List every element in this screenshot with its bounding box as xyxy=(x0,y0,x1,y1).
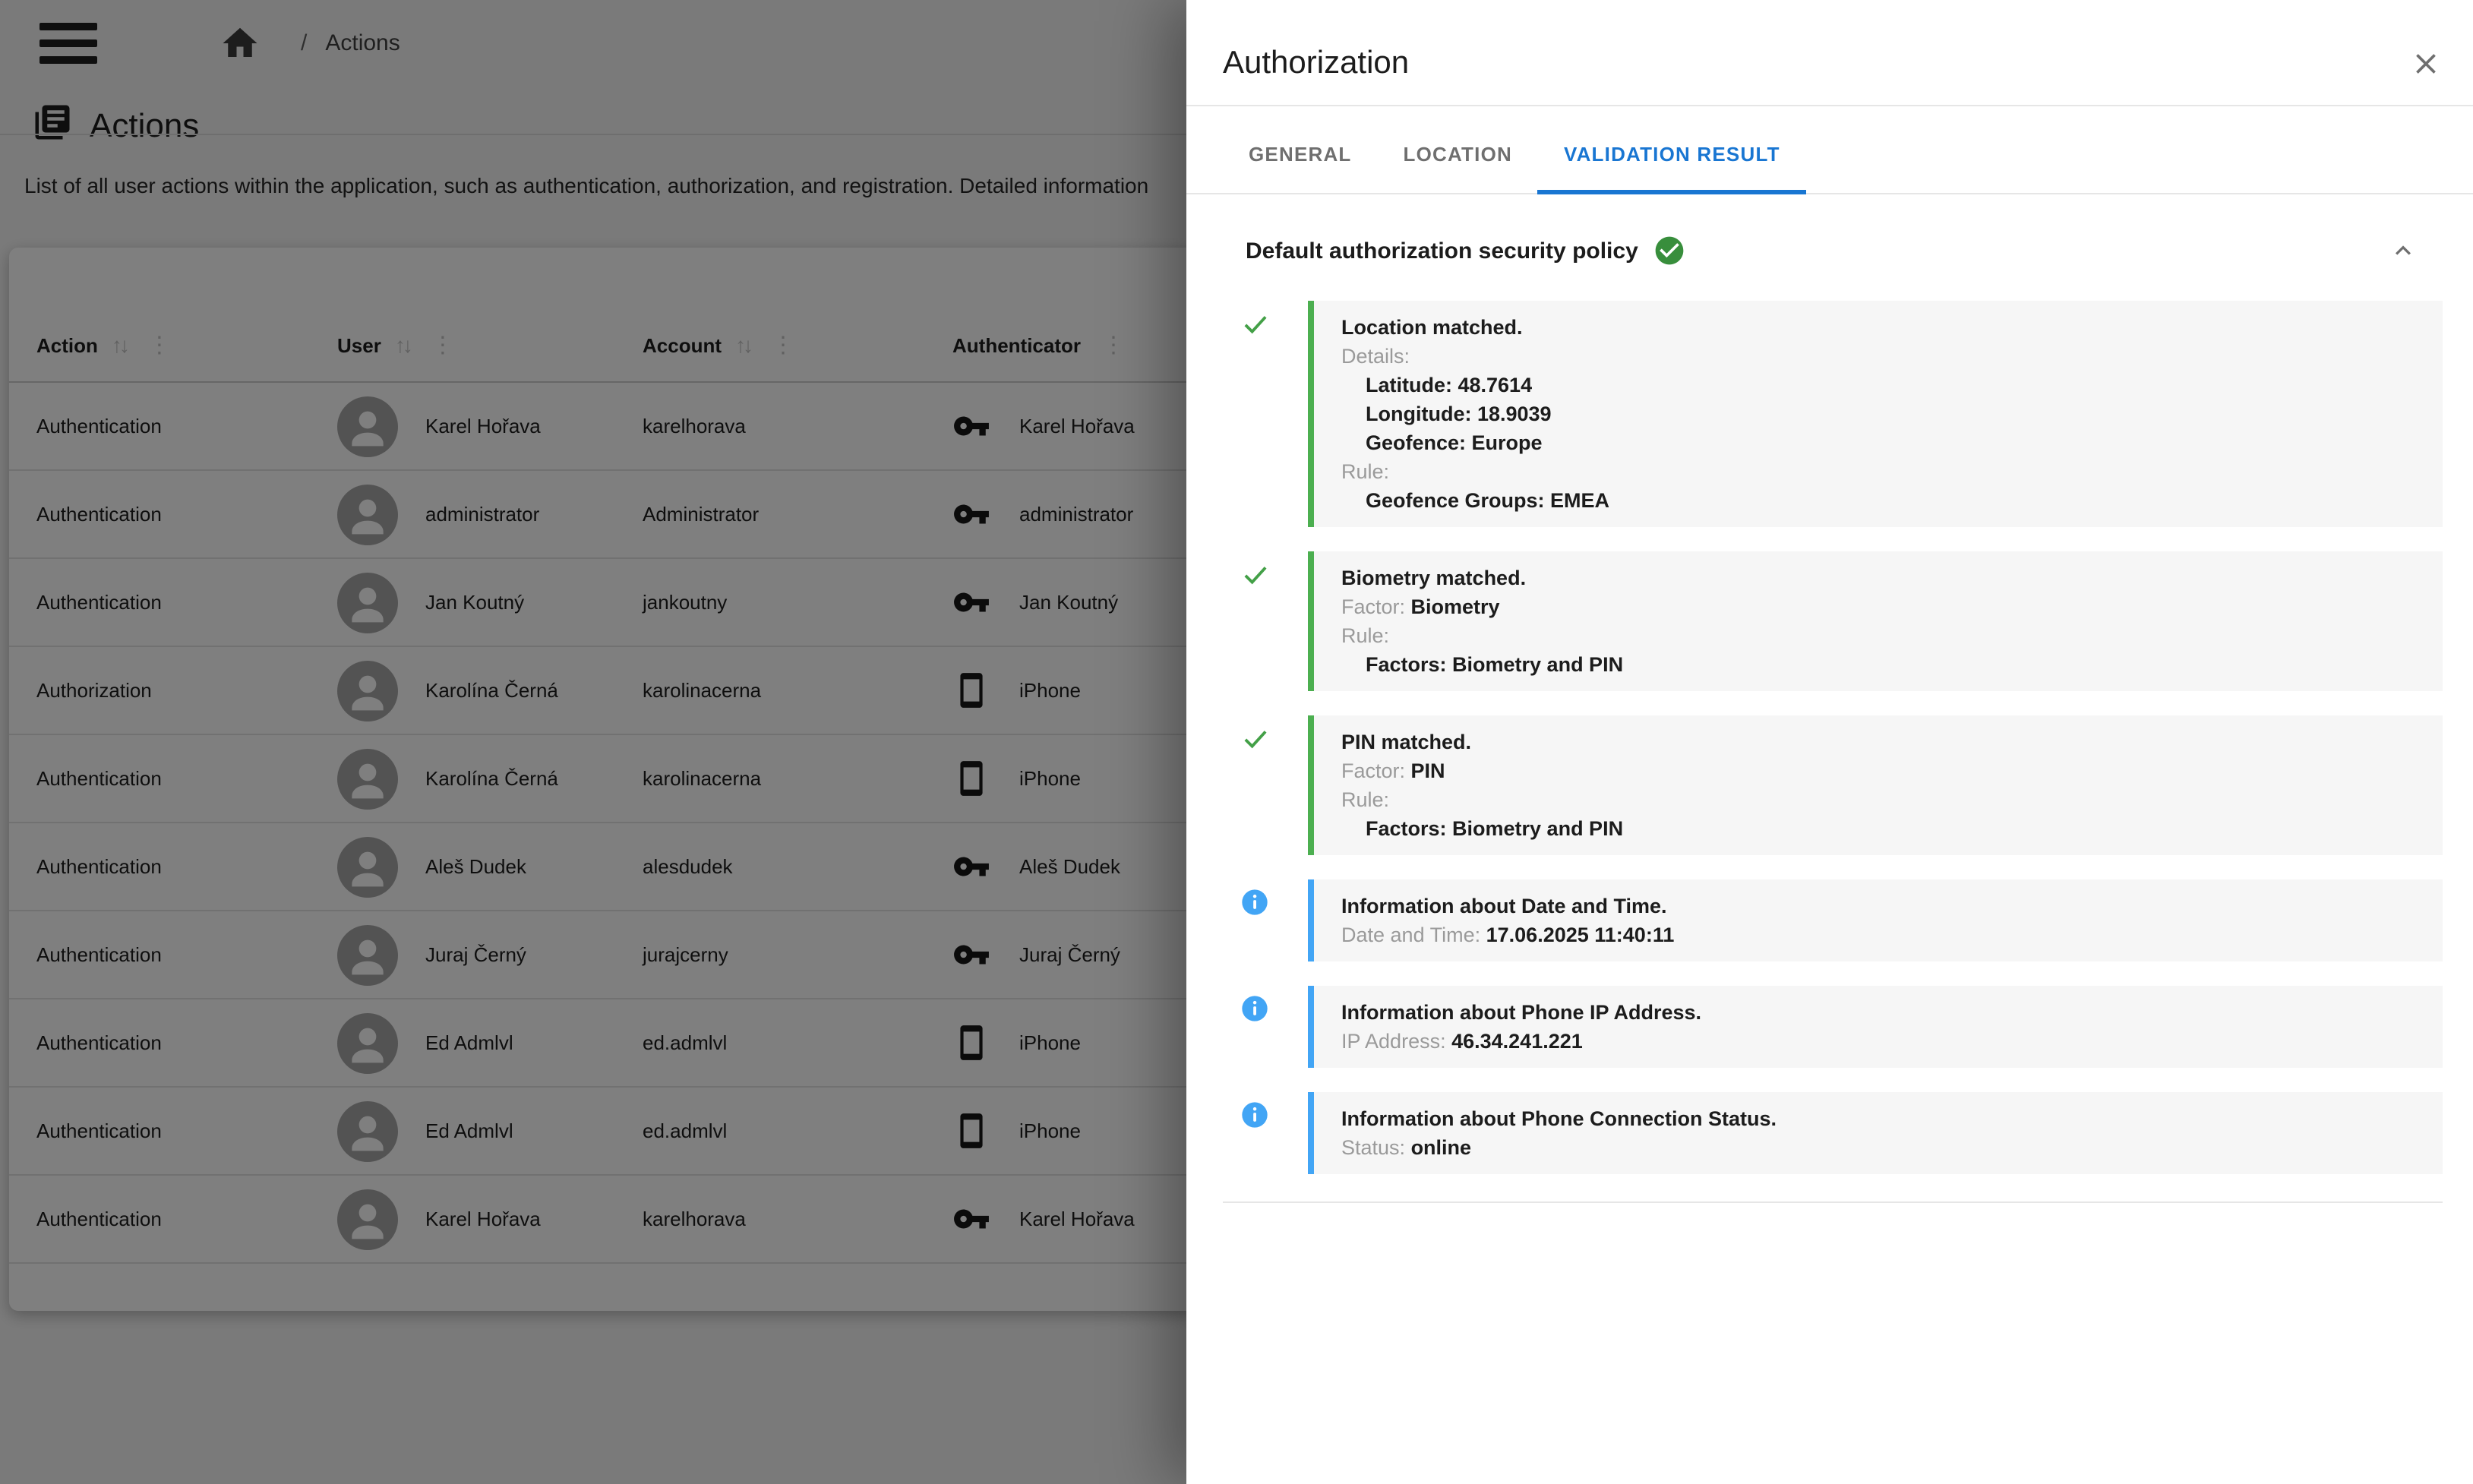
result-line: PIN matched. xyxy=(1341,728,2415,756)
policy-title: Default authorization security policy xyxy=(1246,238,1638,264)
result-line: Rule: xyxy=(1341,457,2415,486)
result-line: Information about Phone IP Address. xyxy=(1341,998,2415,1027)
validation-result-item: Biometry matched. Factor: Biometry Rule:… xyxy=(1186,551,2443,691)
result-line: Rule: xyxy=(1341,785,2415,814)
tab[interactable]: LOCATION xyxy=(1378,106,1538,193)
result-line: Geofence Groups: EMEA xyxy=(1341,486,2415,515)
result-status xyxy=(1186,715,1308,855)
result-line: Information about Phone Connection Statu… xyxy=(1341,1104,2415,1133)
check-icon xyxy=(1240,559,1271,591)
validation-result-item: Information about Date and Time. Date an… xyxy=(1186,879,2443,961)
result-line: Rule: xyxy=(1341,621,2415,650)
policy-header: Default authorization security policy xyxy=(1246,234,2418,267)
result-card: Biometry matched. Factor: Biometry Rule:… xyxy=(1308,551,2443,691)
result-card: PIN matched. Factor: PIN Rule: Factors: … xyxy=(1308,715,2443,855)
drawer-tabs: GENERAL LOCATION VALIDATION RESULT xyxy=(1186,106,2473,194)
result-card: Information about Phone IP Address. IP A… xyxy=(1308,986,2443,1068)
close-icon[interactable] xyxy=(2406,43,2446,83)
result-card: Location matched. Details: Latitude: 48.… xyxy=(1308,301,2443,527)
result-line: Details: xyxy=(1341,342,2415,371)
check-icon xyxy=(1240,308,1271,340)
result-status xyxy=(1186,986,1308,1068)
result-line: Biometry matched. xyxy=(1341,564,2415,592)
result-line: Latitude: 48.7614 xyxy=(1341,371,2415,399)
tab-label: GENERAL xyxy=(1249,143,1352,166)
result-line: Factor: PIN xyxy=(1341,756,2415,785)
result-card: Information about Phone Connection Statu… xyxy=(1308,1092,2443,1174)
validation-result-item: PIN matched. Factor: PIN Rule: Factors: … xyxy=(1186,715,2443,855)
result-line: Geofence: Europe xyxy=(1341,428,2415,457)
result-card: Information about Date and Time. Date an… xyxy=(1308,879,2443,961)
result-line: Date and Time: 17.06.2025 11:40:11 xyxy=(1341,920,2415,949)
tab[interactable]: GENERAL xyxy=(1223,106,1378,193)
divider xyxy=(1223,1201,2443,1203)
result-line: Information about Date and Time. xyxy=(1341,892,2415,920)
info-icon xyxy=(1240,993,1270,1024)
screen: / Actions Actions List of all user actio… xyxy=(0,0,2473,1484)
result-line: Factors: Biometry and PIN xyxy=(1341,814,2415,843)
validation-result-panel: Default authorization security policy xyxy=(1186,194,2473,1484)
validation-result-item: Location matched. Details: Latitude: 48.… xyxy=(1186,301,2443,527)
drawer-header: Authorization xyxy=(1186,0,2473,106)
result-status xyxy=(1186,301,1308,527)
result-line: IP Address: 46.34.241.221 xyxy=(1341,1027,2415,1056)
validation-result-item: Information about Phone IP Address. IP A… xyxy=(1186,986,2443,1068)
tab-label: VALIDATION RESULT xyxy=(1564,143,1780,166)
result-line: Factors: Biometry and PIN xyxy=(1341,650,2415,679)
result-status xyxy=(1186,879,1308,961)
tab-label: LOCATION xyxy=(1404,143,1512,166)
tab[interactable]: VALIDATION RESULT xyxy=(1538,106,1806,193)
info-icon xyxy=(1240,887,1270,917)
result-line: Status: online xyxy=(1341,1133,2415,1162)
drawer-title: Authorization xyxy=(1223,45,2406,81)
result-status xyxy=(1186,1092,1308,1174)
validation-result-item: Information about Phone Connection Statu… xyxy=(1186,1092,2443,1174)
authorization-drawer: Authorization GENERAL LOCATION VALIDATIO… xyxy=(1186,0,2473,1484)
result-line: Location matched. xyxy=(1341,313,2415,342)
check-icon xyxy=(1240,723,1271,755)
info-icon xyxy=(1240,1100,1270,1130)
result-line: Longitude: 18.9039 xyxy=(1341,399,2415,428)
chevron-up-icon[interactable] xyxy=(2388,235,2418,266)
result-status xyxy=(1186,551,1308,691)
check-circle-icon xyxy=(1653,234,1687,267)
result-line: Factor: Biometry xyxy=(1341,592,2415,621)
